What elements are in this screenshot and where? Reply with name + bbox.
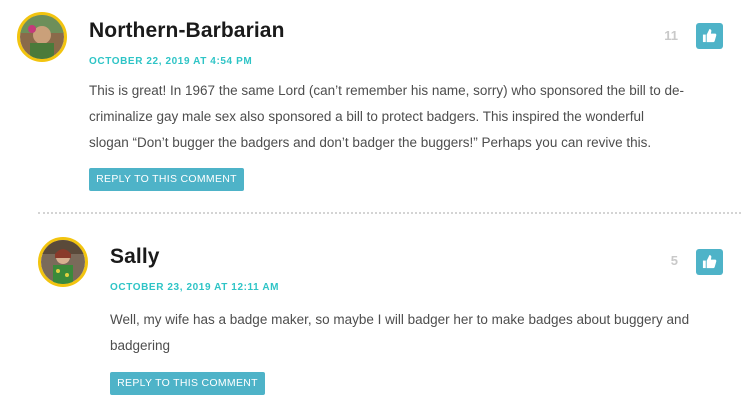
avatar[interactable] (38, 237, 88, 287)
comment-author[interactable]: Sally (110, 245, 160, 269)
comment-timestamp[interactable]: OCTOBER 23, 2019 AT 12:11 AM (110, 282, 279, 293)
user-avatar-photo (41, 240, 85, 284)
comment-sally: Sally OCTOBER 23, 2019 AT 12:11 AM 5 Wel… (0, 0, 741, 412)
reply-button[interactable]: REPLY TO THIS COMMENT (110, 372, 265, 395)
like-button[interactable] (696, 249, 723, 275)
comment-body: Well, my wife has a badge maker, so mayb… (110, 307, 730, 359)
comment-body-line: Well, my wife has a badge maker, so mayb… (110, 312, 690, 327)
thumbs-up-icon (702, 254, 717, 269)
like-count: 5 (670, 253, 678, 268)
comment-body-line: badgering (110, 338, 171, 353)
